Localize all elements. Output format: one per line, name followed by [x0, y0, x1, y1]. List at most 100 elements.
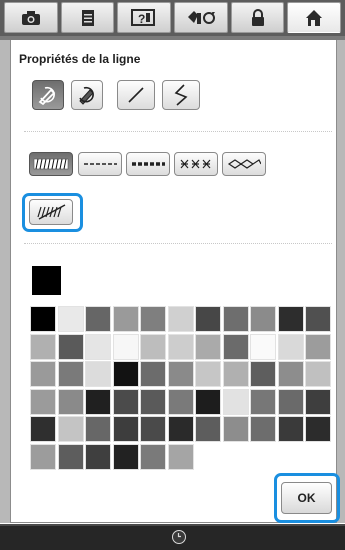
pen-select-button[interactable]: [32, 80, 64, 110]
settings-icon: [187, 10, 215, 24]
help-icon: ?: [131, 8, 156, 26]
color-swatch[interactable]: [85, 416, 111, 442]
color-swatch[interactable]: [112, 443, 139, 470]
color-swatch[interactable]: [85, 388, 111, 415]
color-swatch[interactable]: [57, 333, 84, 360]
tab-help[interactable]: ?: [117, 2, 172, 33]
color-swatch[interactable]: [112, 306, 139, 332]
color-swatch[interactable]: [195, 333, 221, 360]
color-swatch[interactable]: [222, 306, 249, 332]
color-swatch[interactable]: [85, 333, 111, 360]
divider-top: [24, 131, 332, 132]
color-swatch[interactable]: [112, 333, 139, 360]
color-swatch[interactable]: [250, 361, 276, 387]
color-swatch[interactable]: [167, 306, 194, 332]
running-stitch-button[interactable]: [78, 152, 122, 176]
background-edge-left: [0, 40, 10, 523]
color-swatch[interactable]: [195, 361, 221, 387]
tab-home[interactable]: [287, 2, 342, 33]
color-swatch[interactable]: [30, 443, 56, 470]
triple-stitch-button[interactable]: [126, 152, 170, 176]
color-swatch[interactable]: [250, 416, 276, 442]
color-palette: [30, 306, 336, 474]
tab-camera[interactable]: [4, 2, 58, 33]
color-swatch[interactable]: [305, 361, 331, 387]
tab-settings[interactable]: [174, 2, 228, 33]
color-swatch[interactable]: [85, 361, 111, 387]
color-swatch[interactable]: [277, 333, 304, 360]
color-swatch[interactable]: [167, 361, 194, 387]
color-swatch[interactable]: [112, 416, 139, 442]
color-swatch[interactable]: [277, 361, 304, 387]
color-swatch[interactable]: [167, 443, 194, 470]
color-swatch[interactable]: [250, 306, 276, 332]
straight-line-icon: [128, 87, 144, 103]
color-swatch[interactable]: [57, 388, 84, 415]
top-toolbar: ?: [0, 0, 345, 36]
pen-fill-button[interactable]: [71, 80, 103, 110]
color-swatch[interactable]: [305, 333, 331, 360]
color-swatch[interactable]: [112, 361, 139, 387]
lock-icon: [251, 8, 264, 26]
color-swatch[interactable]: [222, 333, 249, 360]
color-swatch[interactable]: [140, 443, 166, 470]
color-swatch[interactable]: [85, 306, 111, 332]
color-swatch[interactable]: [222, 361, 249, 387]
color-swatch[interactable]: [85, 443, 111, 470]
color-swatch[interactable]: [30, 416, 56, 442]
color-swatch[interactable]: [305, 306, 331, 332]
color-swatch[interactable]: [167, 388, 194, 415]
tab-page[interactable]: [60, 2, 115, 33]
color-swatch[interactable]: [167, 333, 194, 360]
color-swatch[interactable]: [305, 416, 331, 442]
color-swatch[interactable]: [112, 388, 139, 415]
color-swatch[interactable]: [277, 306, 304, 332]
color-swatch[interactable]: [30, 306, 56, 332]
no-stitch-highlight: [22, 193, 83, 232]
color-swatch[interactable]: [57, 361, 84, 387]
dialog-title: Propriétés de la ligne: [19, 52, 141, 66]
pen-fill-icon: [79, 86, 94, 105]
color-swatch[interactable]: [140, 333, 166, 360]
ok-highlight: [274, 473, 340, 523]
home-icon: [306, 9, 323, 26]
cross-stitch-button[interactable]: [174, 152, 218, 176]
color-swatch[interactable]: [57, 443, 84, 470]
color-swatch[interactable]: [57, 306, 84, 332]
tab-lock[interactable]: [230, 2, 285, 33]
divider-bottom: [24, 243, 332, 244]
color-swatch[interactable]: [140, 388, 166, 415]
candlewick-stitch-button[interactable]: [222, 152, 266, 176]
straight-line-button[interactable]: [117, 80, 155, 110]
color-swatch[interactable]: [277, 388, 304, 415]
color-swatch[interactable]: [250, 388, 276, 415]
color-swatch[interactable]: [30, 333, 56, 360]
color-swatch[interactable]: [305, 388, 331, 415]
current-color-swatch: [32, 266, 61, 295]
svg-text:?: ?: [138, 12, 145, 26]
color-swatch[interactable]: [57, 416, 84, 442]
color-swatch[interactable]: [222, 416, 249, 442]
satin-stitch-icon: [33, 158, 69, 170]
pen-select-icon: [38, 86, 56, 106]
color-swatch[interactable]: [222, 388, 249, 415]
color-swatch[interactable]: [195, 388, 221, 415]
color-swatch[interactable]: [140, 416, 166, 442]
color-swatch[interactable]: [195, 416, 221, 442]
zigzag-line-icon: [174, 84, 188, 106]
color-swatch[interactable]: [30, 361, 56, 387]
color-swatch[interactable]: [30, 388, 56, 415]
color-swatch[interactable]: [140, 361, 166, 387]
clock-icon: [172, 530, 186, 544]
color-swatch[interactable]: [167, 416, 194, 442]
candlewick-stitch-icon: [227, 159, 261, 169]
running-stitch-icon: [84, 163, 117, 165]
color-swatch[interactable]: [277, 416, 304, 442]
satin-stitch-button[interactable]: [29, 152, 73, 176]
color-swatch[interactable]: [195, 306, 221, 332]
page-icon: [81, 9, 94, 26]
color-swatch[interactable]: [140, 306, 166, 332]
cross-stitch-icon: [180, 159, 211, 169]
zigzag-line-button[interactable]: [162, 80, 200, 110]
color-swatch[interactable]: [250, 333, 276, 360]
